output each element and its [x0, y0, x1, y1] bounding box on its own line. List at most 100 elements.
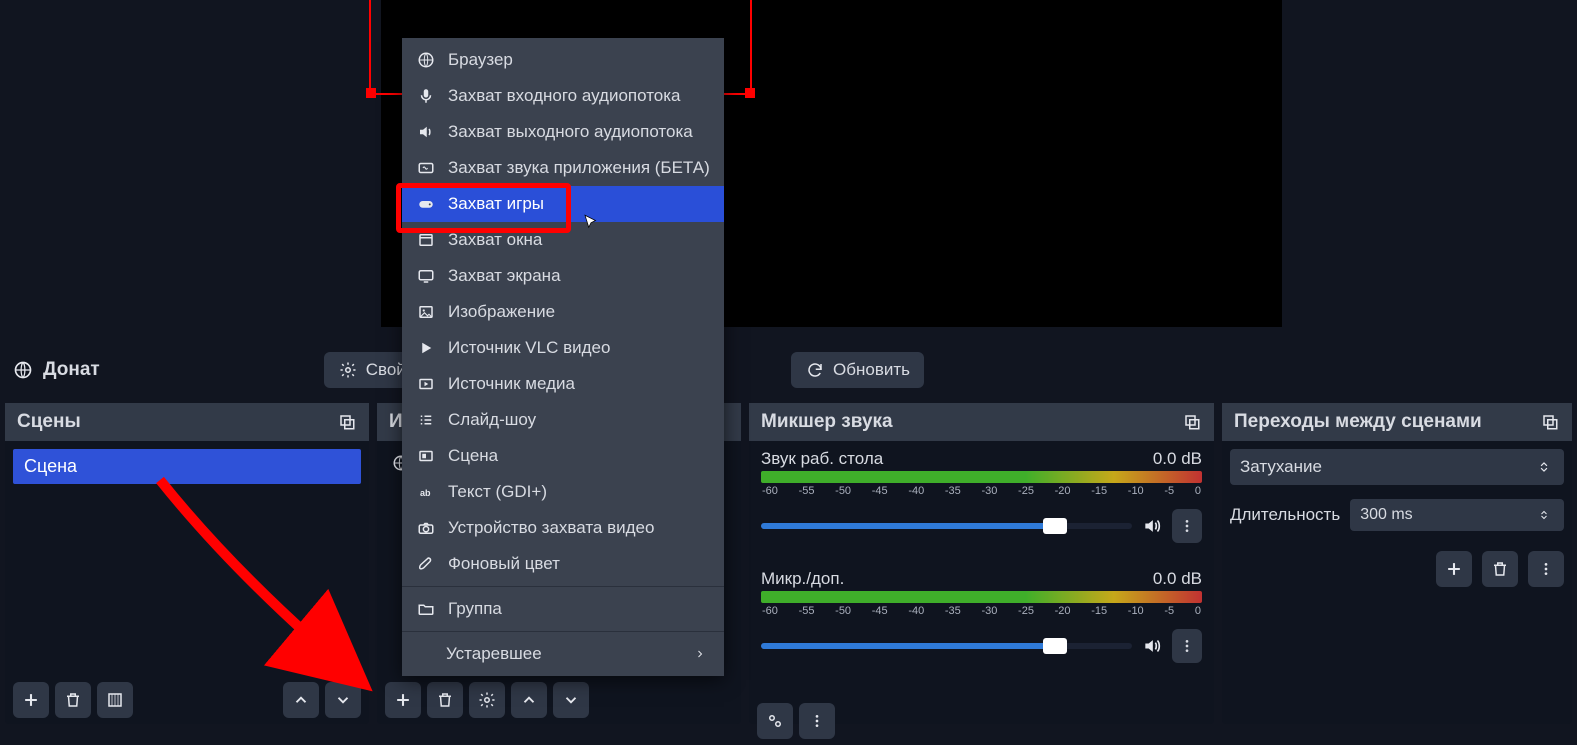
- context-item-label: Фоновый цвет: [448, 554, 560, 574]
- meter-ticks: -60-55-50-45-40-35-30-25-20-15-10-50: [761, 485, 1202, 503]
- context-item-app-audio[interactable]: Захват звука приложения (БЕТА): [402, 150, 724, 186]
- context-item-text[interactable]: ab Текст (GDI+): [402, 474, 724, 510]
- mixer-channel-mic: Микр./доп. 0.0 dB -60-55-50-45-40-35-30-…: [757, 569, 1206, 663]
- context-item-label: Источник VLC видео: [448, 338, 610, 358]
- context-item-label: Браузер: [448, 50, 513, 70]
- context-item-camera[interactable]: Устройство захвата видео: [402, 510, 724, 546]
- panels-row: Сцены Сцена И: [5, 403, 1572, 724]
- delete-source-button[interactable]: [427, 682, 463, 718]
- mixer-title: Микшер звука: [761, 411, 893, 433]
- context-item-label: Группа: [448, 599, 502, 619]
- context-item-label: Захват экрана: [448, 266, 561, 286]
- scene-down-button[interactable]: [325, 682, 361, 718]
- context-item-group[interactable]: Группа: [402, 591, 724, 627]
- mic-icon: [416, 86, 436, 106]
- context-item-label: Захват игры: [448, 194, 544, 214]
- transition-menu-button[interactable]: [1528, 551, 1564, 587]
- context-item-label: Захват выходного аудиопотока: [448, 122, 693, 142]
- scenes-panel: Сцены Сцена: [5, 403, 369, 724]
- meter-ticks: -60-55-50-45-40-35-30-25-20-15-10-50: [761, 605, 1202, 623]
- slides-icon: [416, 410, 436, 430]
- globe-icon: [13, 360, 33, 380]
- mixer-menu-button[interactable]: [799, 703, 835, 739]
- context-separator: [402, 631, 724, 632]
- donate-label: Донат: [13, 359, 100, 381]
- context-item-label: Захват окна: [448, 230, 542, 250]
- updown-icon: [1534, 505, 1554, 525]
- scene-icon: [416, 446, 436, 466]
- updown-icon: [1534, 457, 1554, 477]
- context-item-play[interactable]: Источник VLC видео: [402, 330, 724, 366]
- transition-select[interactable]: Затухание: [1230, 449, 1564, 485]
- context-item-image[interactable]: Изображение: [402, 294, 724, 330]
- speaker-icon[interactable]: [1142, 516, 1162, 536]
- brush-icon: [416, 554, 436, 574]
- popout-icon[interactable]: [1182, 412, 1202, 432]
- context-item-speaker[interactable]: Захват выходного аудиопотока: [402, 114, 724, 150]
- scene-up-button[interactable]: [283, 682, 319, 718]
- context-item-window[interactable]: Захват окна: [402, 222, 724, 258]
- context-item-brush[interactable]: Фоновый цвет: [402, 546, 724, 582]
- app-audio-icon: [416, 158, 436, 178]
- context-item-gamepad[interactable]: Захват игры: [402, 186, 724, 222]
- scene-filters-button[interactable]: [97, 682, 133, 718]
- camera-icon: [416, 518, 436, 538]
- delete-scene-button[interactable]: [55, 682, 91, 718]
- donate-text: Донат: [43, 359, 100, 381]
- scenes-body[interactable]: Сцена: [5, 441, 369, 676]
- context-item-label: Изображение: [448, 302, 555, 322]
- context-item-label: Захват входного аудиопотока: [448, 86, 681, 106]
- scenes-footer: [5, 676, 369, 724]
- channel-menu-button[interactable]: [1172, 509, 1202, 543]
- channel-db: 0.0 dB: [1153, 449, 1202, 469]
- popout-icon[interactable]: [1540, 412, 1560, 432]
- source-properties-button[interactable]: [469, 682, 505, 718]
- refresh-button[interactable]: Обновить: [791, 352, 924, 388]
- mixer-settings-button[interactable]: [757, 703, 793, 739]
- duration-spinner[interactable]: 300 ms: [1350, 499, 1564, 531]
- context-item-globe[interactable]: Браузер: [402, 42, 724, 78]
- source-up-button[interactable]: [511, 682, 547, 718]
- refresh-label: Обновить: [833, 360, 910, 380]
- mixer-panel: Микшер звука Звук раб. стола 0.0 dB -60-…: [749, 403, 1214, 724]
- volume-slider[interactable]: [761, 643, 1132, 649]
- channel-name: Звук раб. стола: [761, 449, 883, 469]
- context-item-slides[interactable]: Слайд-шоу: [402, 402, 724, 438]
- svg-text:ab: ab: [420, 488, 431, 498]
- add-transition-button[interactable]: [1436, 551, 1472, 587]
- transitions-body: Затухание Длительность 300 ms: [1222, 441, 1572, 724]
- context-item-scene[interactable]: Сцена: [402, 438, 724, 474]
- context-item-deprecated[interactable]: Устаревшее: [402, 636, 724, 672]
- duration-label: Длительность: [1230, 505, 1340, 525]
- scenes-title: Сцены: [17, 411, 81, 433]
- add-scene-button[interactable]: [13, 682, 49, 718]
- resize-handle[interactable]: [366, 88, 376, 98]
- popout-icon[interactable]: [337, 412, 357, 432]
- audio-meter: [761, 591, 1202, 603]
- delete-transition-button[interactable]: [1482, 551, 1518, 587]
- context-item-label: Захват звука приложения (БЕТА): [448, 158, 710, 178]
- context-item-label: Сцена: [448, 446, 498, 466]
- channel-menu-button[interactable]: [1172, 629, 1202, 663]
- context-item-screen[interactable]: Захват экрана: [402, 258, 724, 294]
- context-item-media[interactable]: Источник медиа: [402, 366, 724, 402]
- volume-slider[interactable]: [761, 523, 1132, 529]
- context-item-label: Источник медиа: [448, 374, 575, 394]
- transitions-header: Переходы между сценами: [1222, 403, 1572, 441]
- channel-name: Микр./доп.: [761, 569, 844, 589]
- play-icon: [416, 338, 436, 358]
- sources-footer: [377, 676, 741, 724]
- transition-selected: Затухание: [1240, 457, 1322, 477]
- resize-handle[interactable]: [745, 88, 755, 98]
- context-item-mic[interactable]: Захват входного аудиопотока: [402, 78, 724, 114]
- channel-db: 0.0 dB: [1153, 569, 1202, 589]
- context-item-label: Текст (GDI+): [448, 482, 547, 502]
- audio-meter: [761, 471, 1202, 483]
- scene-item[interactable]: Сцена: [13, 449, 361, 484]
- add-source-button[interactable]: [385, 682, 421, 718]
- mixer-body: Звук раб. стола 0.0 dB -60-55-50-45-40-3…: [749, 441, 1214, 697]
- context-item-label: Устаревшее: [446, 644, 542, 664]
- speaker-icon[interactable]: [1142, 636, 1162, 656]
- add-source-context-menu: Браузер Захват входного аудиопотока Захват…: [402, 38, 724, 676]
- source-down-button[interactable]: [553, 682, 589, 718]
